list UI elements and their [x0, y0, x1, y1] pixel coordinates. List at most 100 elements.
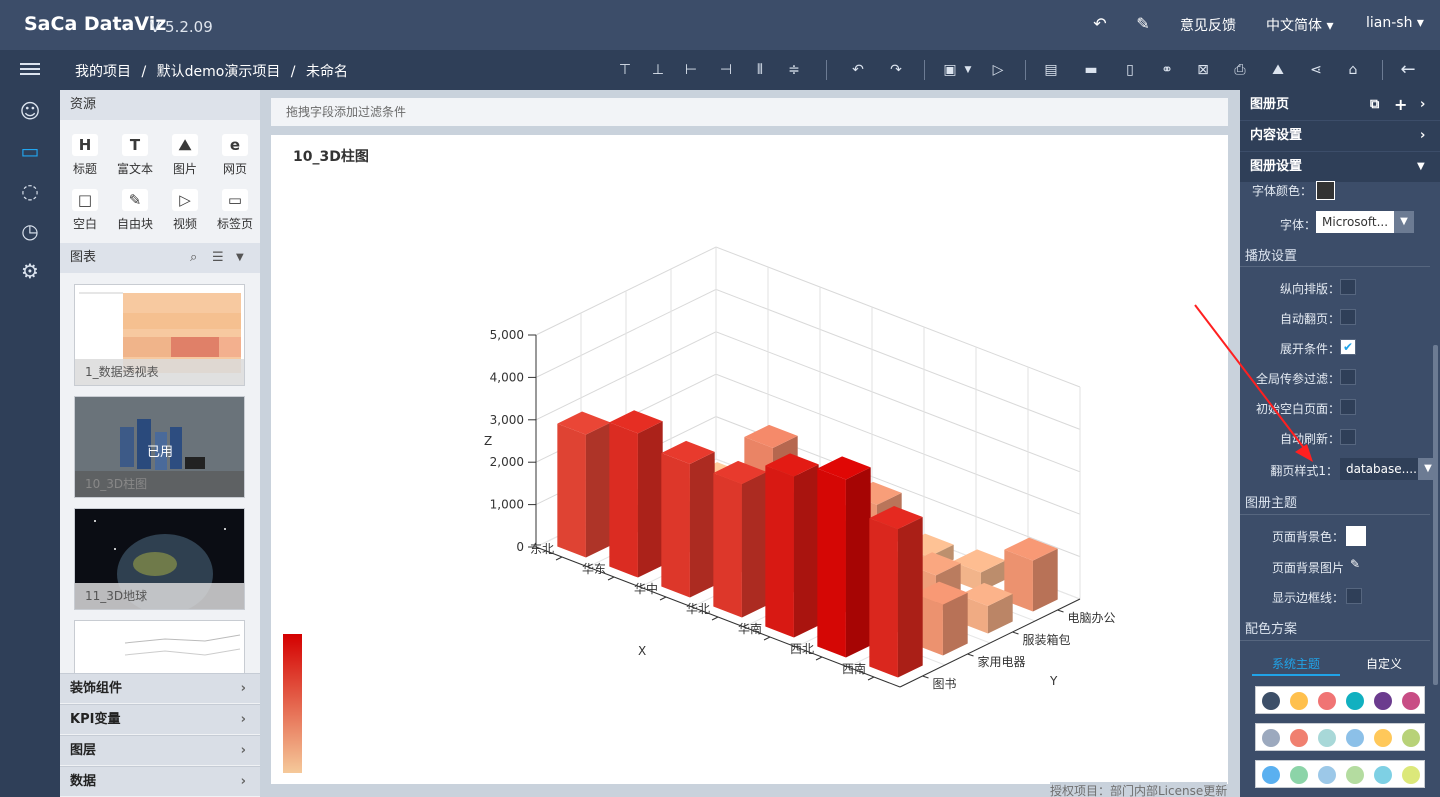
resource-rich-text[interactable]: T 富文本 [110, 134, 160, 184]
image-export-icon[interactable]: ⛰ [1268, 60, 1288, 80]
copy-icon[interactable]: ⧉ [1370, 90, 1379, 120]
color-palette[interactable] [1255, 686, 1425, 714]
vertical-layout-checkbox[interactable] [1340, 279, 1356, 295]
settings-gear-icon[interactable]: ⚙ [15, 256, 45, 286]
blank-page-checkbox[interactable] [1340, 399, 1356, 415]
show-border-checkbox[interactable] [1346, 588, 1362, 604]
kpi-section[interactable]: KPI变量 › [60, 704, 260, 734]
z-tick-label: 2,000 [490, 455, 524, 469]
album-settings-header[interactable]: 图册设置 ▼ [1240, 152, 1440, 182]
menu-icon[interactable] [20, 60, 40, 78]
palette-color-dot [1262, 692, 1280, 710]
user-menu[interactable]: lian-sh ▾ [1366, 15, 1424, 31]
expand-condition-checkbox[interactable]: ✔ [1340, 339, 1356, 355]
chart-card[interactable]: 10_3D柱图 5,000 4,000 3,000 2,000 1,000 0 Z 东北 华东华… [271, 135, 1228, 784]
add-icon[interactable]: + [1394, 90, 1407, 120]
bar [661, 440, 715, 598]
auto-page-checkbox[interactable] [1340, 309, 1356, 325]
resource-title[interactable]: H 标题 [60, 134, 110, 184]
link-icon[interactable]: ⚭ [1157, 60, 1177, 80]
search-icon[interactable]: ⌕ [190, 243, 197, 273]
resource-image[interactable]: ⛰ 图片 [160, 134, 210, 184]
album-page-header[interactable]: 图册页 ⧉ + › [1240, 90, 1440, 120]
license-note: 授权项目：部门内部License更新 [1050, 782, 1228, 797]
chart-thumbnail[interactable] [74, 620, 245, 674]
back-arrow-icon[interactable]: ← [1398, 60, 1418, 80]
filter-drop-zone[interactable]: 拖拽字段添加过滤条件 [271, 98, 1228, 126]
chevron-down-icon[interactable]: ▼ [236, 243, 244, 273]
resource-blank[interactable]: □ 空白 [60, 189, 110, 239]
pdf-icon[interactable]: ⎙ [1230, 60, 1250, 80]
content-settings-header[interactable]: 内容设置 › [1240, 121, 1440, 151]
x-tick-label: 华中 [634, 581, 658, 596]
align-top-icon[interactable]: ⊤ [615, 60, 635, 80]
web-icon: e [222, 134, 248, 156]
card-icon[interactable]: ▬ [1081, 60, 1101, 80]
breadcrumb-demo-project[interactable]: 默认demo演示项目 [157, 64, 281, 80]
auto-refresh-checkbox[interactable] [1340, 429, 1356, 445]
scrollbar[interactable] [1433, 345, 1438, 685]
font-select[interactable]: Microsoft... ▼ [1316, 211, 1414, 233]
layer-section[interactable]: 图层 › [60, 735, 260, 765]
save-icon[interactable]: ▣ [940, 60, 960, 80]
distribute-horizontal-icon[interactable]: ⫴ [750, 60, 770, 80]
x-tick-label: 华东 [582, 562, 606, 576]
play-circle-icon[interactable]: ◷ [15, 216, 45, 246]
breadcrumb: 我的项目 / 默认demo演示项目 / 未命名 [75, 61, 354, 81]
language-dropdown[interactable]: 中文简体 ▾ [1266, 15, 1333, 35]
align-bottom-icon[interactable]: ⊥ [648, 60, 668, 80]
undo-arrow-icon[interactable]: ↶ [1089, 13, 1111, 35]
redo-icon[interactable]: ↷ [886, 60, 906, 80]
decoration-section[interactable]: 装饰组件 › [60, 673, 260, 703]
y-tick [922, 675, 929, 679]
chevron-right-icon[interactable]: › [1420, 90, 1425, 120]
section-label: 装饰组件 [70, 681, 123, 696]
chart-thumbnail[interactable]: 1_数据透视表 [74, 284, 245, 386]
align-left-icon[interactable]: ⊢ [681, 60, 701, 80]
resource-video[interactable]: ▷ 视频 [160, 189, 210, 239]
align-right-icon[interactable]: ⊣ [716, 60, 736, 80]
tab-system-theme[interactable]: 系统主题 [1252, 652, 1340, 676]
document-icon[interactable]: ▤ [1041, 60, 1061, 80]
tab-custom-theme[interactable]: 自定义 [1340, 652, 1428, 676]
user-icon[interactable]: ☺ [15, 96, 45, 126]
z-tick-label: 5,000 [490, 328, 524, 342]
bg-color-swatch[interactable] [1346, 526, 1366, 546]
bar-side-face [897, 517, 923, 678]
global-filter-checkbox[interactable] [1340, 369, 1356, 385]
play-icon[interactable]: ▷ [988, 60, 1008, 80]
chart-thumbnail[interactable]: 11_3D地球 [74, 508, 245, 610]
chevron-right-icon: › [1420, 128, 1426, 143]
tag-icon[interactable]: ⌂ [1343, 60, 1363, 80]
breadcrumb-projects[interactable]: 我的项目 [75, 64, 131, 80]
bar-side-face [689, 451, 715, 598]
bar-side-face [793, 464, 819, 638]
chart-thumbnail[interactable]: 已用 10_3D柱图 [74, 396, 245, 498]
page-style-select[interactable]: database.... ▼ [1340, 458, 1438, 480]
monitor-icon[interactable]: ▭ [15, 136, 45, 166]
z-tick-label: 1,000 [490, 498, 524, 512]
share-icon[interactable]: ⋖ [1306, 60, 1326, 80]
design-canvas: 拖拽字段添加过滤条件 10_3D柱图 5,000 4,000 3,000 2,000 1… [260, 90, 1240, 797]
mobile-icon[interactable]: ▯ [1120, 60, 1140, 80]
undo-icon[interactable]: ↶ [848, 60, 868, 80]
resource-webpage[interactable]: e 网页 [210, 134, 260, 184]
excel-icon[interactable]: ⊠ [1193, 60, 1213, 80]
color-palette[interactable] [1255, 760, 1425, 788]
option-label: 纵向排版： [1279, 282, 1340, 296]
font-color-swatch[interactable] [1316, 181, 1335, 200]
option-label: 展开条件： [1279, 342, 1340, 356]
resource-tab-page[interactable]: ▭ 标签页 [210, 189, 260, 239]
chevron-down-icon[interactable]: ▼ [958, 60, 978, 80]
color-palette[interactable] [1255, 723, 1425, 751]
list-icon[interactable]: ☰ [212, 243, 224, 273]
feedback-link[interactable]: 意见反馈 [1180, 15, 1236, 35]
distribute-vertical-icon[interactable]: ≑ [784, 60, 804, 80]
data-section[interactable]: 数据 › [60, 766, 260, 796]
resource-label: 网页 [222, 162, 247, 176]
edit-box-icon[interactable]: ✎ [1132, 13, 1154, 35]
edit-icon[interactable]: ✎ [1350, 557, 1360, 571]
refresh-cycle-icon[interactable]: ◌ [15, 176, 45, 206]
resource-free-block[interactable]: ✎ 自由块 [110, 189, 160, 239]
x-tick [867, 676, 875, 681]
